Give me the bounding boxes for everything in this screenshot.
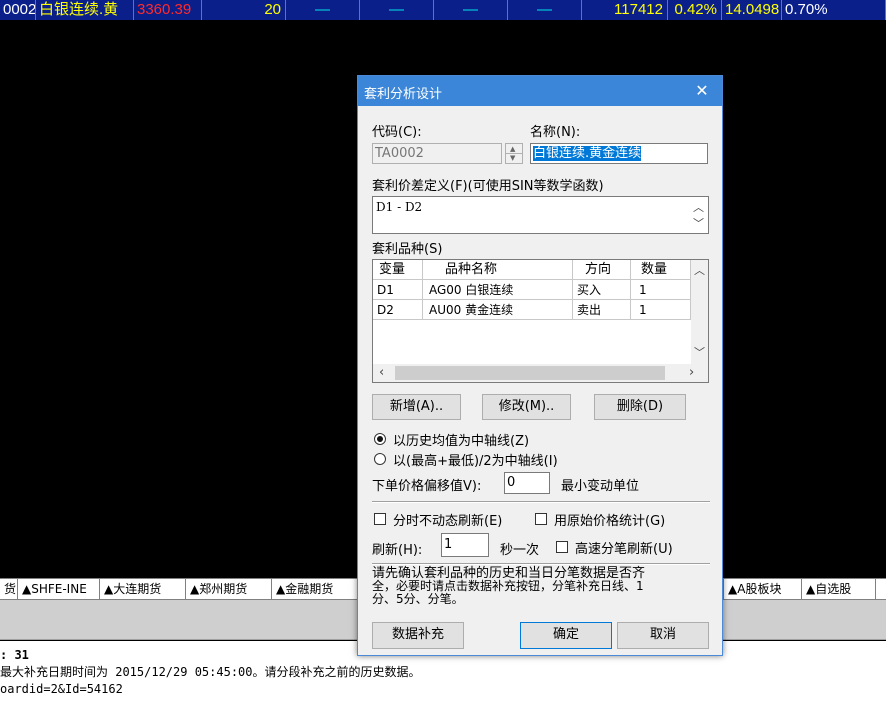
- formula-label: 套利价差定义(F)(可使用SIN等数学函数): [372, 179, 604, 194]
- quote-cell[interactable]: 3360.39: [134, 0, 202, 20]
- divider: [372, 501, 710, 503]
- log-line: oardid=2&Id=54162: [0, 682, 123, 696]
- code-input[interactable]: TA0002: [372, 143, 502, 164]
- column-header[interactable]: 品种名称: [423, 260, 573, 280]
- scroll-left-icon[interactable]: ‹: [379, 365, 384, 380]
- table-vertical-scrollbar[interactable]: ︿ ﹀: [691, 260, 708, 364]
- quote-cell[interactable]: —: [360, 0, 434, 20]
- code-spinner[interactable]: ▲ ▼: [505, 143, 523, 164]
- code-label: 代码(C):: [372, 125, 422, 140]
- column-header[interactable]: 变量: [373, 260, 423, 280]
- table-cell[interactable]: D2: [373, 300, 423, 320]
- notice-text: 请先确认套利品种的历史和当日分笔数据是否齐 全，必要时请点击数据补充按钮，分笔补…: [372, 567, 717, 606]
- table-cell[interactable]: 买入: [573, 280, 631, 300]
- dialog-title: 套利分析设计: [364, 87, 443, 102]
- dialog-titlebar[interactable]: 套利分析设计 ✕: [358, 76, 722, 106]
- radio-high-low-mid-label[interactable]: 以(最高+最低)/2为中轴线(I): [393, 450, 558, 469]
- market-tab[interactable]: ▲SHFE-INE: [18, 579, 100, 599]
- name-input-selected-text: 白银连续.黄金连续: [533, 146, 642, 161]
- table-cell[interactable]: AG00 白银连续: [423, 280, 573, 300]
- refresh-label: 刷新(H):: [372, 543, 423, 558]
- scroll-up-icon[interactable]: ︿: [694, 262, 705, 278]
- market-tab[interactable]: ▲A股板块: [724, 579, 802, 599]
- scroll-down-icon[interactable]: ﹀: [694, 344, 705, 360]
- spin-down-icon[interactable]: ▼: [510, 154, 515, 162]
- market-tab[interactable]: 货: [0, 579, 18, 599]
- varieties-label: 套利品种(S): [372, 242, 443, 257]
- quote-cell[interactable]: 117412: [582, 0, 668, 20]
- radio-historical-mean[interactable]: [374, 433, 386, 445]
- cancel-button[interactable]: 取消: [617, 622, 709, 649]
- close-icon[interactable]: ✕: [682, 76, 722, 106]
- formula-textarea[interactable]: D1 - D2 ︿ ﹀: [372, 196, 709, 234]
- divider: [372, 563, 710, 565]
- table-cell[interactable]: AU00 黄金连续: [423, 300, 573, 320]
- offset-input[interactable]: 0: [504, 472, 550, 494]
- varieties-table[interactable]: 变量 品种名称 方向 数量 D1 AG00 白银连续 买入 1 D2 AU00 …: [372, 259, 709, 383]
- scroll-right-icon[interactable]: ›: [689, 365, 694, 380]
- notice-line: 分、5分、分笔。: [372, 592, 464, 606]
- column-header[interactable]: 方向: [573, 260, 631, 280]
- quote-cell[interactable]: —: [434, 0, 508, 20]
- quote-cell[interactable]: 0.42%: [668, 0, 722, 20]
- column-header[interactable]: 数量: [631, 260, 691, 280]
- edit-button[interactable]: 修改(M)..: [482, 394, 571, 420]
- scroll-down-icon[interactable]: ﹀: [693, 215, 704, 231]
- offset-label: 下单价格偏移值V):: [372, 479, 482, 494]
- quote-cell[interactable]: 20: [202, 0, 286, 20]
- checkbox-no-dynamic-refresh-label[interactable]: 分时不动态刷新(E): [393, 510, 502, 529]
- checkbox-fast-refresh[interactable]: [556, 541, 568, 553]
- ok-button[interactable]: 确定: [520, 622, 612, 649]
- min-unit-label: 最小变动单位: [561, 479, 640, 494]
- quote-cell[interactable]: 0.70%: [782, 0, 886, 20]
- table-cell[interactable]: 1: [631, 280, 691, 300]
- arbitrage-design-dialog: 套利分析设计 ✕ 代码(C): 名称(N): TA0002 ▲ ▼ 白银连续.黄…: [357, 75, 723, 656]
- add-button[interactable]: 新增(A)..: [372, 394, 461, 420]
- quote-cell[interactable]: 14.0498: [722, 0, 782, 20]
- quote-row[interactable]: 0002 白银连续.黄 3360.39 20— — — —117412 0.42% 14.049…: [0, 0, 886, 20]
- checkbox-no-dynamic-refresh[interactable]: [374, 513, 386, 525]
- name-input[interactable]: 白银连续.黄金连续: [530, 143, 708, 164]
- formula-text: D1 - D2: [376, 200, 423, 214]
- market-tab[interactable]: ▲大连期货: [100, 579, 186, 599]
- quote-cell[interactable]: —: [508, 0, 582, 20]
- table-horizontal-scrollbar[interactable]: ‹ ›: [373, 364, 708, 382]
- spin-up-icon[interactable]: ▲: [510, 145, 515, 153]
- table-cell[interactable]: 1: [631, 300, 691, 320]
- scroll-up-icon[interactable]: ︿: [693, 199, 704, 215]
- market-tab[interactable]: ▲自选股: [802, 579, 876, 599]
- name-label: 名称(N):: [530, 125, 581, 140]
- checkbox-raw-price-label[interactable]: 用原始价格统计(G): [554, 510, 665, 529]
- checkbox-raw-price[interactable]: [535, 513, 547, 525]
- log-line: 最大补充日期时间为 2015/12/29 05:45:00。请分段补充之前的历史…: [0, 665, 421, 679]
- radio-historical-mean-label[interactable]: 以历史均值为中轴线(Z): [393, 430, 529, 449]
- radio-high-low-mid[interactable]: [374, 453, 386, 465]
- table-cell[interactable]: 卖出: [573, 300, 631, 320]
- table-cell[interactable]: D1: [373, 280, 423, 300]
- delete-button[interactable]: 删除(D): [594, 394, 686, 420]
- market-tab[interactable]: ▲郑州期货: [186, 579, 272, 599]
- quote-cell[interactable]: 0002: [0, 0, 36, 20]
- scroll-thumb[interactable]: [395, 366, 665, 380]
- quote-cell[interactable]: 白银连续.黄: [36, 0, 134, 20]
- market-tab[interactable]: ▲金融期货: [272, 579, 358, 599]
- checkbox-fast-refresh-label[interactable]: 高速分笔刷新(U): [575, 538, 673, 557]
- refresh-input[interactable]: 1: [441, 533, 489, 557]
- data-supplement-button[interactable]: 数据补充: [372, 622, 464, 649]
- quote-cell[interactable]: —: [286, 0, 360, 20]
- per-second-label: 秒一次: [500, 543, 540, 558]
